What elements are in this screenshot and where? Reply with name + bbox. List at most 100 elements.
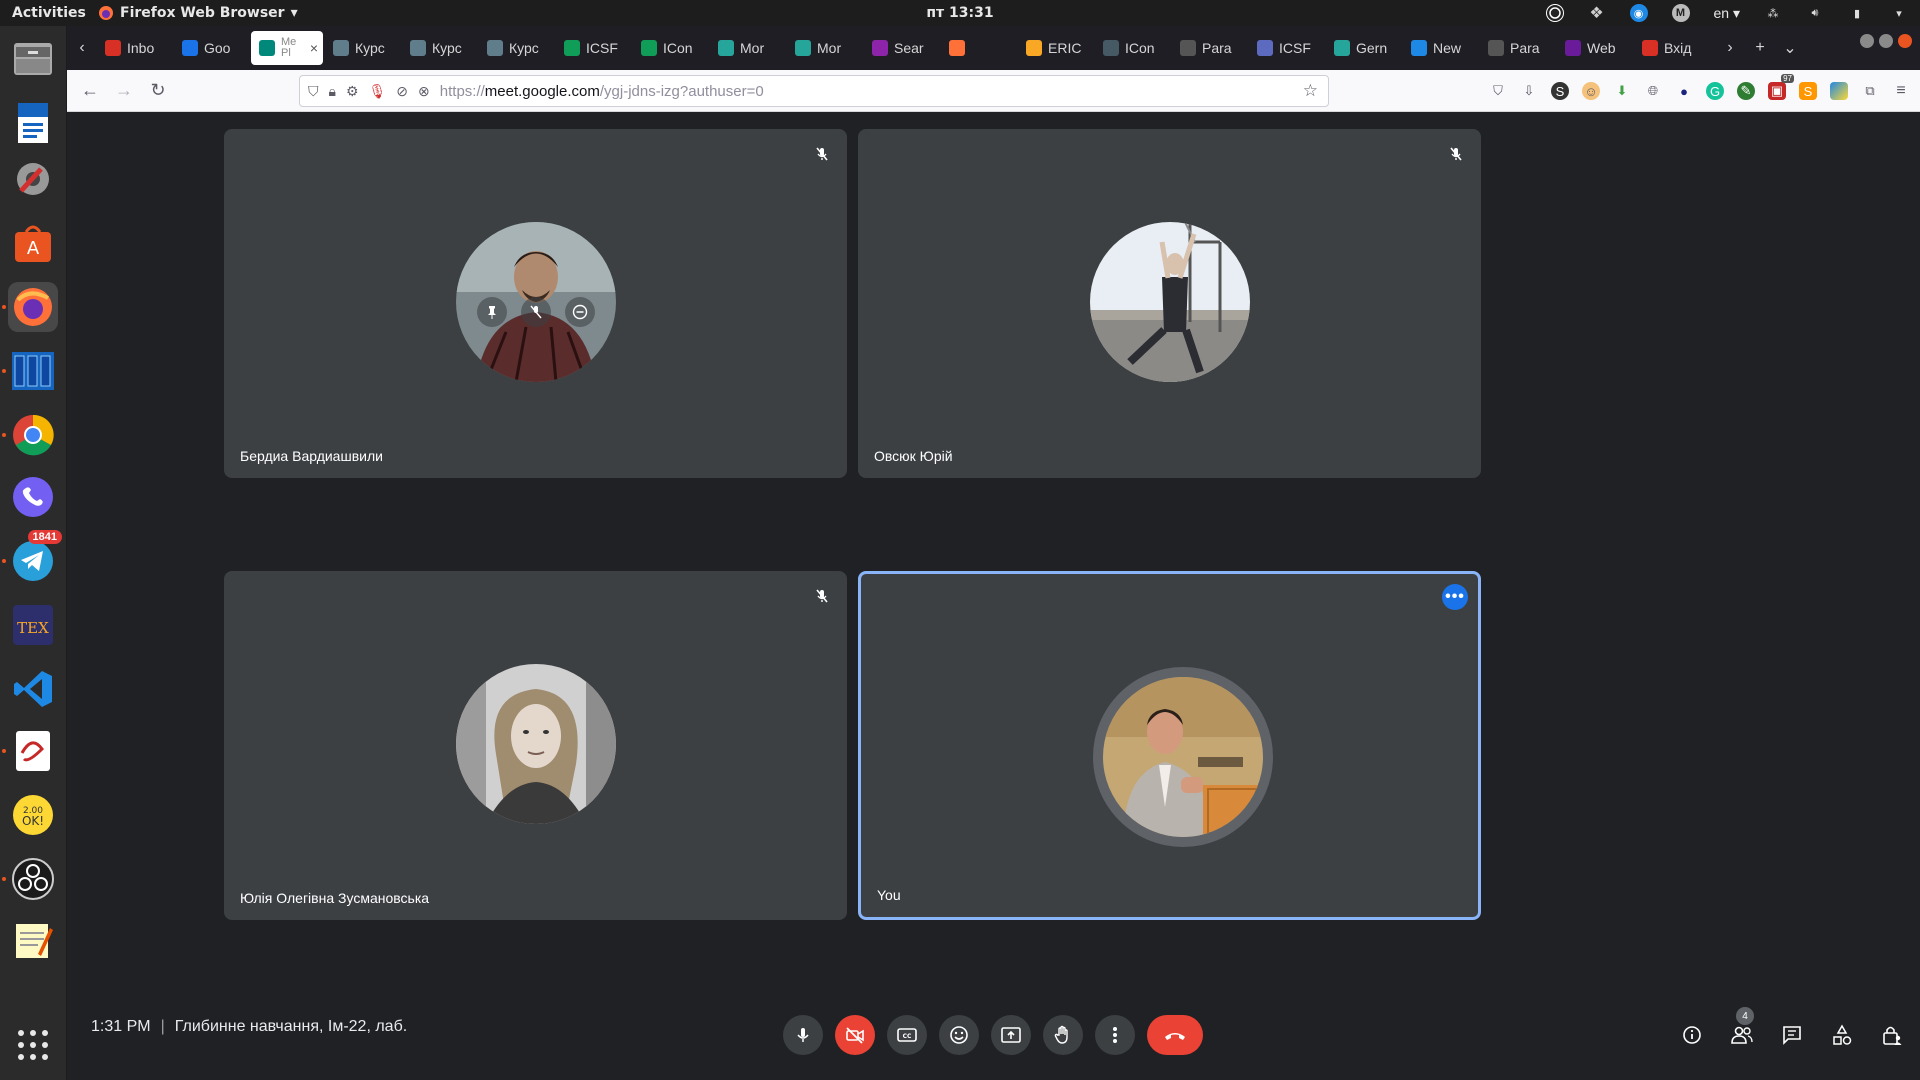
participant-tile-3[interactable]: Юлія Олегівна Зусмановська bbox=[224, 571, 847, 920]
chat-button[interactable] bbox=[1774, 1015, 1810, 1055]
forward-button[interactable]: → bbox=[107, 76, 141, 106]
reload-button[interactable]: ↻ bbox=[141, 76, 175, 106]
url-text[interactable]: https://meet.google.com/ygj-jdns-izg?aut… bbox=[440, 83, 764, 100]
browser-tab[interactable]: Web bbox=[1557, 31, 1632, 65]
remove-participant-icon[interactable] bbox=[565, 297, 595, 327]
meeting-details-button[interactable] bbox=[1674, 1015, 1710, 1055]
microphone-permission-icon[interactable]: 🎙︎ bbox=[369, 83, 387, 100]
dock-clock-app[interactable]: 2.00 OK! bbox=[8, 790, 58, 840]
browser-tab[interactable]: ICon bbox=[633, 31, 708, 65]
dock-document-viewer[interactable] bbox=[8, 726, 58, 776]
dock-telegram[interactable]: 1841 bbox=[8, 530, 62, 586]
dock-obs[interactable] bbox=[8, 854, 58, 904]
dock-vscode[interactable] bbox=[8, 664, 58, 714]
self-tile[interactable]: ••• You bbox=[858, 571, 1481, 920]
browser-tab[interactable]: Курс bbox=[402, 31, 477, 65]
show-applications-button[interactable] bbox=[8, 1020, 58, 1070]
browser-tab[interactable]: Mor bbox=[710, 31, 785, 65]
extension-leaf-icon[interactable]: ✎ bbox=[1737, 82, 1755, 100]
extension-orange-icon[interactable]: S bbox=[1799, 82, 1817, 100]
extension-balls-icon[interactable]: ● bbox=[1675, 82, 1693, 100]
back-button[interactable]: ← bbox=[73, 76, 107, 106]
present-screen-button[interactable] bbox=[991, 1015, 1031, 1055]
volume-icon[interactable]: 🔊︎ bbox=[1806, 4, 1824, 22]
dock-writer[interactable] bbox=[8, 98, 58, 148]
extensions-puzzle-icon[interactable]: ⧉ bbox=[1861, 82, 1879, 100]
system-menu-chevron-icon[interactable]: ▾ bbox=[1890, 4, 1908, 22]
new-tab-button[interactable]: + bbox=[1745, 31, 1775, 65]
permissions-icon[interactable]: ⚙ bbox=[346, 83, 359, 100]
microphone-button[interactable] bbox=[783, 1015, 823, 1055]
browser-tab[interactable]: Курс bbox=[479, 31, 554, 65]
extension-s-icon[interactable]: S bbox=[1551, 82, 1569, 100]
browser-tab[interactable]: Para bbox=[1172, 31, 1247, 65]
activities-button[interactable]: Activities bbox=[0, 5, 88, 21]
extension-face-icon[interactable]: ☺ bbox=[1582, 82, 1600, 100]
participant-tile-1[interactable]: Бердиа Вардиашвили bbox=[224, 129, 847, 478]
dock-viber[interactable] bbox=[8, 472, 58, 522]
dock-apps-grid-tool[interactable] bbox=[8, 346, 58, 396]
browser-tab[interactable]: ICSF bbox=[556, 31, 631, 65]
leave-call-button[interactable] bbox=[1147, 1015, 1203, 1055]
dock-software[interactable]: A bbox=[8, 218, 58, 268]
bookmark-star-icon[interactable]: ☆ bbox=[1303, 81, 1318, 101]
browser-tab[interactable]: Gern bbox=[1326, 31, 1401, 65]
dock-files[interactable] bbox=[8, 34, 58, 84]
obs-tray-icon[interactable] bbox=[1545, 4, 1564, 22]
extension-download-arrow-icon[interactable]: ⬇ bbox=[1613, 82, 1631, 100]
browser-tab[interactable]: Me Pl × bbox=[251, 31, 323, 65]
dock-texstudio[interactable]: TEX bbox=[8, 600, 58, 650]
browser-tab[interactable]: Вхід bbox=[1634, 31, 1709, 65]
browser-tab[interactable]: Mor bbox=[787, 31, 862, 65]
vpn-icon[interactable]: ◉ bbox=[1629, 4, 1648, 22]
browser-tab[interactable]: ICSF bbox=[1249, 31, 1324, 65]
camera-off-button[interactable] bbox=[835, 1015, 875, 1055]
extension-colorgrid-icon[interactable] bbox=[1830, 82, 1848, 100]
app-menu[interactable]: Firefox Web Browser ▾ bbox=[98, 5, 298, 21]
browser-tab[interactable]: New bbox=[1403, 31, 1478, 65]
more-options-icon[interactable]: ••• bbox=[1442, 584, 1468, 610]
raise-hand-button[interactable] bbox=[1043, 1015, 1083, 1055]
downloads-icon[interactable]: ⇩ bbox=[1520, 82, 1538, 100]
mute-participant-icon[interactable] bbox=[521, 297, 551, 327]
browser-tab[interactable]: ICon bbox=[1095, 31, 1170, 65]
scroll-tabs-left-button[interactable]: ‹ bbox=[67, 31, 97, 65]
pocket-icon[interactable]: ⛉ bbox=[1489, 82, 1507, 100]
camera-blocked-icon[interactable]: ⊘ bbox=[396, 83, 408, 100]
url-bar[interactable]: ⛉ 🔒︎ ⚙ 🎙︎ ⊘ ⊗ https://meet.google.com/yg… bbox=[299, 75, 1329, 107]
browser-tab[interactable]: Курс bbox=[325, 31, 400, 65]
host-controls-button[interactable] bbox=[1874, 1015, 1910, 1055]
lock-icon[interactable]: 🔒︎ bbox=[329, 83, 336, 100]
tracking-protection-shield-icon[interactable]: ⛉ bbox=[308, 83, 319, 100]
maximize-button[interactable] bbox=[1879, 34, 1893, 48]
extension-badge-icon[interactable]: ▣ 97 bbox=[1768, 74, 1794, 100]
list-all-tabs-button[interactable]: ⌄ bbox=[1775, 31, 1805, 65]
participant-tile-2[interactable]: Овсюк Юрій bbox=[858, 129, 1481, 478]
scroll-tabs-right-button[interactable]: › bbox=[1715, 31, 1745, 65]
more-options-button[interactable] bbox=[1095, 1015, 1135, 1055]
captions-button[interactable]: CC bbox=[887, 1015, 927, 1055]
browser-tab[interactable]: ERIC bbox=[1018, 31, 1093, 65]
dropbox-icon[interactable]: ❖ bbox=[1588, 4, 1606, 22]
network-icon[interactable]: ⁂ bbox=[1764, 4, 1782, 22]
language-indicator[interactable]: en ▾ bbox=[1714, 5, 1741, 22]
autoplay-blocked-icon[interactable]: ⊗ bbox=[418, 83, 430, 100]
activities-button[interactable] bbox=[1824, 1015, 1860, 1055]
browser-tab[interactable]: Para bbox=[1480, 31, 1555, 65]
reactions-button[interactable] bbox=[939, 1015, 979, 1055]
browser-tab[interactable]: Inbo bbox=[97, 31, 172, 65]
people-button[interactable]: 4 bbox=[1724, 1007, 1760, 1055]
pin-icon[interactable] bbox=[477, 297, 507, 327]
browser-tab[interactable]: Sear bbox=[864, 31, 939, 65]
hamburger-menu-icon[interactable]: ≡ bbox=[1892, 82, 1910, 100]
browser-tab[interactable] bbox=[941, 31, 1016, 65]
dock-settings[interactable] bbox=[8, 154, 58, 204]
close-tab-icon[interactable]: × bbox=[310, 40, 318, 56]
mega-icon[interactable]: M bbox=[1671, 4, 1690, 22]
dock-text-editor[interactable] bbox=[8, 916, 58, 966]
dock-firefox[interactable] bbox=[8, 282, 58, 332]
battery-icon[interactable]: ▮ bbox=[1848, 4, 1866, 22]
dock-chrome[interactable] bbox=[8, 410, 58, 460]
browser-tab[interactable]: Goo bbox=[174, 31, 249, 65]
minimize-button[interactable] bbox=[1860, 34, 1874, 48]
